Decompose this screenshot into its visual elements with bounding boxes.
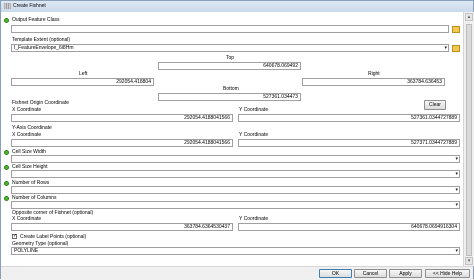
dropdown-arrow-icon: ▾ (455, 202, 458, 208)
opposite-x-label: X Coordinate (12, 216, 42, 222)
template-extent-dropdown[interactable]: I_FeatureEnvelope_6i8Hm ▾ (11, 44, 449, 52)
origin-y-input[interactable]: 527361.0344727889 (238, 114, 460, 122)
scroll-down-icon[interactable]: ▾ (465, 257, 473, 265)
yaxis-x-input[interactable]: 292054.4188041566 (11, 139, 233, 147)
dropdown-arrow-icon: ▾ (444, 45, 447, 51)
scroll-up-icon[interactable]: ▴ (465, 13, 473, 21)
cell-size-width-input[interactable]: ▾ (11, 155, 460, 163)
browse-folder-icon[interactable] (452, 26, 460, 33)
number-of-rows-input[interactable]: ▾ (11, 186, 460, 194)
left-input[interactable]: 292054.418804 (11, 78, 154, 86)
create-fishnet-window: Create Fishnet Output Feature Class Temp… (0, 0, 474, 280)
geometry-type-value: POLYLINE (14, 248, 39, 254)
dropdown-arrow-icon: ▾ (455, 248, 458, 254)
clear-button[interactable]: Clear (424, 100, 446, 110)
bottom-input[interactable]: 527361.034473 (158, 93, 301, 101)
geometry-type-dropdown[interactable]: POLYLINE ▾ (11, 247, 460, 255)
hide-help-button[interactable]: << Hide Help (425, 269, 470, 278)
required-dot-icon (4, 150, 9, 155)
top-input[interactable]: 640678.069492 (158, 62, 301, 70)
template-extent-label: Template Extent (optional) (12, 37, 71, 43)
required-dot-icon (4, 196, 9, 201)
number-of-columns-input[interactable]: ▾ (11, 201, 460, 209)
parameters-panel: Output Feature Class Template Extent (op… (1, 12, 463, 266)
vertical-scrollbar[interactable]: ▴ ▾ (463, 12, 474, 266)
yaxis-y-input[interactable]: 527371.0344727889 (238, 139, 460, 147)
opposite-x-input[interactable]: 363784.6364530437 (11, 223, 233, 231)
opposite-y-label: Y Coordinate (239, 216, 269, 222)
required-dot-icon (4, 181, 9, 186)
create-label-points-checkbox[interactable]: ✓ (12, 234, 17, 239)
scroll-thumb[interactable] (466, 24, 472, 256)
dropdown-arrow-icon: ▾ (455, 171, 458, 177)
browse-folder-icon[interactable] (452, 45, 460, 52)
cancel-button[interactable]: Cancel (354, 269, 387, 278)
origin-x-label: X Coordinate (12, 107, 42, 113)
required-dot-icon (4, 165, 9, 170)
button-bar: OK Cancel Apply << Hide Help (1, 266, 473, 280)
fishnet-origin-label: Fishnet Origin Coordinate (12, 100, 69, 106)
window-title: Create Fishnet (13, 3, 46, 9)
ok-button[interactable]: OK (319, 269, 352, 278)
dropdown-arrow-icon: ▾ (455, 187, 458, 193)
origin-x-input[interactable]: 292054.4188041566 (11, 114, 233, 122)
right-label: Right (368, 71, 380, 77)
apply-button[interactable]: Apply (389, 269, 422, 278)
origin-y-label: Y Coordinate (239, 107, 269, 113)
create-label-points-label: Create Label Points (optional) (20, 234, 87, 240)
y-axis-label: Y-Axis Coordinate (12, 125, 52, 131)
left-label: Left (79, 71, 88, 77)
output-feature-class-input[interactable] (11, 25, 449, 33)
cell-size-height-input[interactable]: ▾ (11, 170, 460, 178)
bottom-label: Bottom (223, 86, 239, 92)
top-label: Top (226, 55, 235, 61)
yaxis-x-label: X Coordinate (12, 132, 42, 138)
tool-icon (4, 3, 11, 9)
output-feature-class-label: Output Feature Class (12, 17, 60, 23)
dropdown-arrow-icon: ▾ (455, 156, 458, 162)
opposite-y-input[interactable]: 640678.0694916304 (238, 223, 460, 231)
template-extent-value: I_FeatureEnvelope_6i8Hm (14, 45, 74, 51)
required-dot-icon (4, 18, 9, 23)
right-input[interactable]: 363784.636453 (302, 78, 445, 86)
yaxis-y-label: Y Coordinate (239, 132, 269, 138)
